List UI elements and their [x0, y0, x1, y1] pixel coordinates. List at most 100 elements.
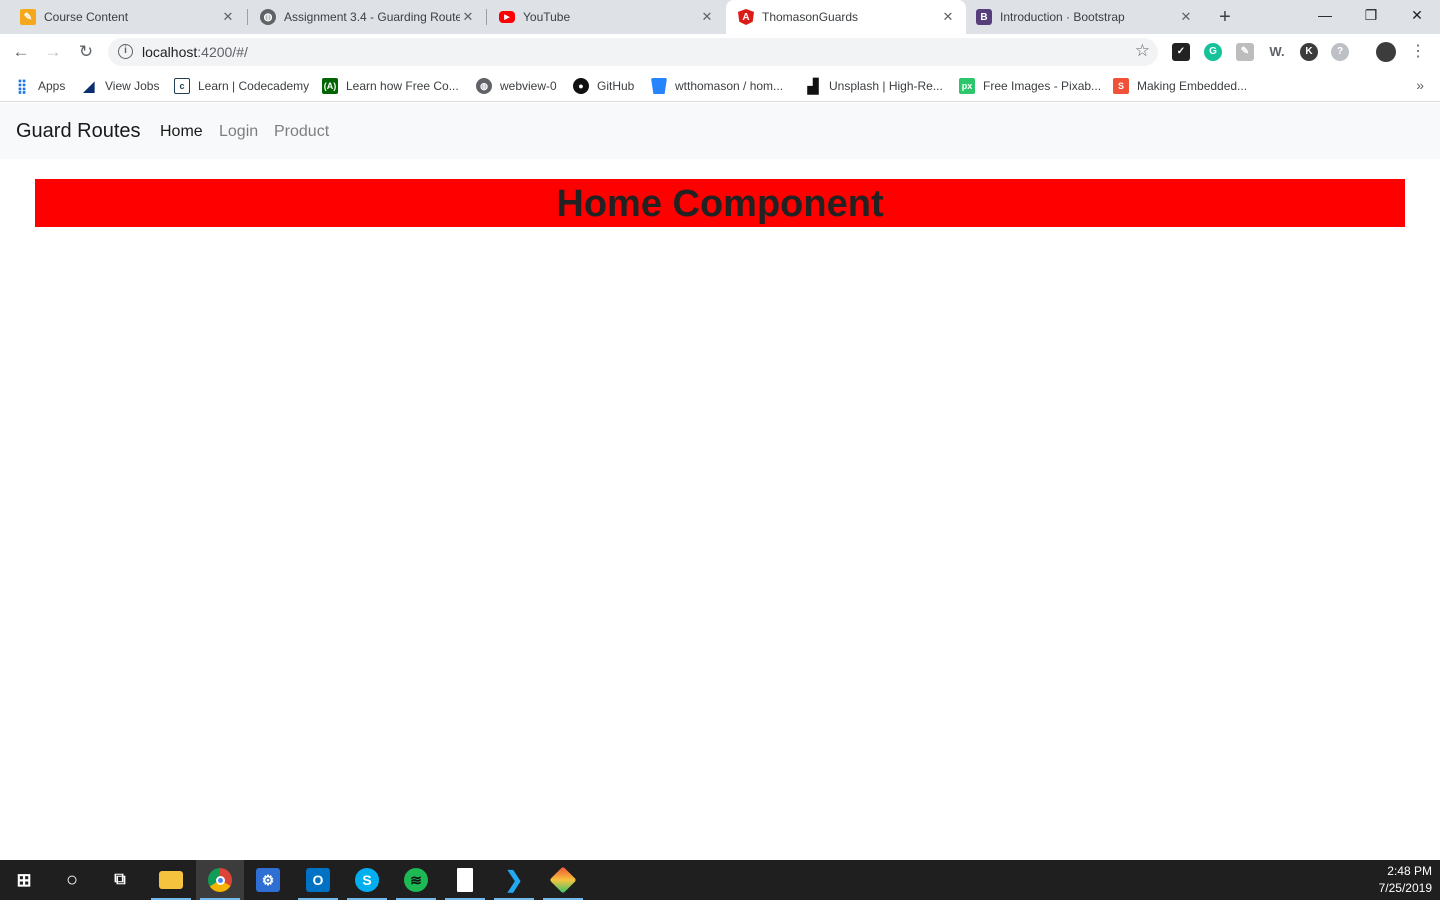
bookmark-swift[interactable]: S Making Embedded... [1113, 77, 1247, 95]
bookmark-webview[interactable]: ◍ webview-0 [476, 77, 557, 95]
bookmark-view-jobs[interactable]: ◢ View Jobs [81, 77, 160, 95]
taskbar-chrome[interactable] [196, 860, 244, 900]
forward-button[interactable]: → [41, 40, 65, 64]
bookmark-label: Learn | Codecademy [198, 79, 310, 93]
tab-youtube[interactable]: ▶ YouTube ✕ [487, 0, 725, 34]
tab-thomasonguards[interactable]: A ThomasonGuards ✕ [726, 0, 966, 34]
address-bar[interactable]: i localhost:4200/#/ ☆ [108, 38, 1158, 66]
bookmark-unsplash[interactable]: ▟ Unsplash | High-Re... [805, 77, 943, 95]
bookmark-label: View Jobs [105, 79, 160, 93]
w-extension-icon[interactable]: W. [1268, 43, 1286, 61]
nav-link-login[interactable]: Login [219, 123, 258, 141]
taskbar-file-explorer[interactable] [147, 860, 195, 900]
bookmark-label: Free Images - Pixab... [983, 79, 1102, 93]
bookmark-label: GitHub [597, 79, 635, 93]
bookmark-github[interactable]: ● GitHub [573, 77, 634, 95]
codecademy-icon: c [174, 78, 190, 94]
back-button[interactable]: ← [9, 40, 33, 64]
bookmark-label: Apps [38, 79, 66, 93]
taskbar-network-app[interactable]: ⚙ [244, 860, 292, 900]
bookmark-freecodecamp[interactable]: (A) Learn how Free Co... [322, 77, 459, 95]
taskbar-outlook[interactable]: O [294, 860, 342, 900]
spotify-icon: ≋ [404, 868, 428, 892]
close-tab-icon[interactable]: ✕ [220, 9, 236, 25]
start-button[interactable]: ⊞ [0, 860, 48, 900]
profile-avatar[interactable] [1376, 42, 1396, 62]
tab-assignment[interactable]: ◍ Assignment 3.4 - Guarding Route ✕ [248, 0, 486, 34]
extension-icon[interactable]: ✎ [1236, 43, 1254, 61]
url-host: localhost [142, 44, 198, 60]
app-navbar: Guard Routes Home Login Product [0, 103, 1440, 159]
url-text[interactable]: localhost:4200/#/ [142, 44, 248, 60]
nav-link-product[interactable]: Product [274, 123, 329, 141]
restore-button[interactable]: ❐ [1348, 0, 1394, 30]
bitbucket-icon [651, 78, 667, 94]
tab-title: Assignment 3.4 - Guarding Route [284, 10, 460, 24]
taskbar-vscode[interactable]: ❯ [490, 860, 538, 900]
page-heading: Home Component [556, 183, 884, 225]
nav-link-home[interactable]: Home [160, 123, 203, 141]
k-extension-icon[interactable]: K [1300, 43, 1318, 61]
menu-kebab-icon[interactable]: ⋮ [1406, 40, 1430, 64]
help-extension-icon[interactable]: ? [1331, 43, 1349, 61]
tab-title: Course Content [44, 10, 129, 24]
bookmark-pixabay[interactable]: px Free Images - Pixab... [959, 77, 1101, 95]
outlook-icon: O [306, 868, 330, 892]
browser-tab-strip: ✎ Course Content ✕ ◍ Assignment 3.4 - Gu… [0, 0, 1440, 34]
bookmarks-bar: ⣿ Apps ◢ View Jobs c Learn | Codecademy … [0, 70, 1440, 102]
close-tab-icon[interactable]: ✕ [940, 9, 956, 25]
view-jobs-icon: ◢ [83, 77, 95, 94]
document-icon [457, 868, 473, 892]
bookmark-label: webview-0 [500, 79, 557, 93]
navbar-brand[interactable]: Guard Routes [16, 120, 141, 143]
reload-button[interactable]: ↻ [74, 40, 98, 64]
browser-toolbar: ← → ↻ i localhost:4200/#/ ☆ ✓ G ✎ W. K ?… [0, 34, 1440, 70]
skype-icon: S [355, 868, 379, 892]
bookmark-bitbucket[interactable]: wtthomason / hom... [651, 77, 783, 95]
task-view-icon: ⧉ [114, 871, 126, 888]
unsplash-icon: ▟ [807, 77, 819, 94]
vscode-icon: ❯ [504, 867, 524, 892]
taskbar-notepad[interactable] [441, 860, 489, 900]
tab-bootstrap[interactable]: B Introduction · Bootstrap ✕ [966, 0, 1204, 34]
task-view-button[interactable]: ⧉ [96, 860, 144, 900]
apps-grid-icon: ⣿ [16, 77, 28, 94]
network-app-icon: ⚙ [256, 868, 280, 892]
bookmark-label: Learn how Free Co... [346, 79, 459, 93]
system-clock[interactable]: 2:48 PM 7/25/2019 [1379, 863, 1432, 897]
bookmark-star-icon[interactable]: ☆ [1135, 41, 1150, 61]
youtube-icon: ▶ [499, 11, 515, 23]
bookmark-apps[interactable]: ⣿ Apps [14, 77, 66, 95]
more-bookmarks-icon[interactable]: » [1416, 77, 1424, 93]
tab-title: ThomasonGuards [762, 10, 859, 24]
url-path: :4200/#/ [197, 44, 248, 60]
close-tab-icon[interactable]: ✕ [699, 9, 715, 25]
new-tab-button[interactable]: + [1214, 6, 1236, 28]
grammarly-icon[interactable]: G [1204, 43, 1222, 61]
globe-icon: ◍ [260, 9, 276, 25]
folder-icon [159, 871, 183, 889]
close-window-button[interactable]: ✕ [1394, 0, 1440, 30]
taskbar-spotify[interactable]: ≋ [392, 860, 440, 900]
pixabay-icon: px [959, 78, 975, 94]
bookmark-codecademy[interactable]: c Learn | Codecademy [174, 77, 309, 95]
home-component-banner: Home Component [35, 179, 1405, 227]
minimize-button[interactable]: — [1302, 0, 1348, 30]
close-tab-icon[interactable]: ✕ [1178, 9, 1194, 25]
swift-icon: S [1113, 78, 1129, 94]
globe-icon: ◍ [476, 78, 492, 94]
pencil-icon: ✎ [20, 9, 36, 25]
bookmark-label: wtthomason / hom... [675, 79, 784, 93]
taskbar-skype[interactable]: S [343, 860, 391, 900]
github-icon: ● [573, 78, 589, 94]
close-tab-icon[interactable]: ✕ [460, 9, 476, 25]
bootstrap-icon: B [976, 9, 992, 25]
checkmark-extension-icon[interactable]: ✓ [1172, 43, 1190, 61]
search-button[interactable]: ○ [48, 860, 96, 900]
tab-title: YouTube [523, 10, 571, 24]
site-info-icon[interactable]: i [118, 44, 133, 59]
taskbar-git-app[interactable] [539, 860, 587, 900]
clock-time: 2:48 PM [1387, 864, 1432, 878]
tab-course-content[interactable]: ✎ Course Content ✕ [0, 0, 246, 34]
git-diamond-icon [549, 866, 577, 894]
